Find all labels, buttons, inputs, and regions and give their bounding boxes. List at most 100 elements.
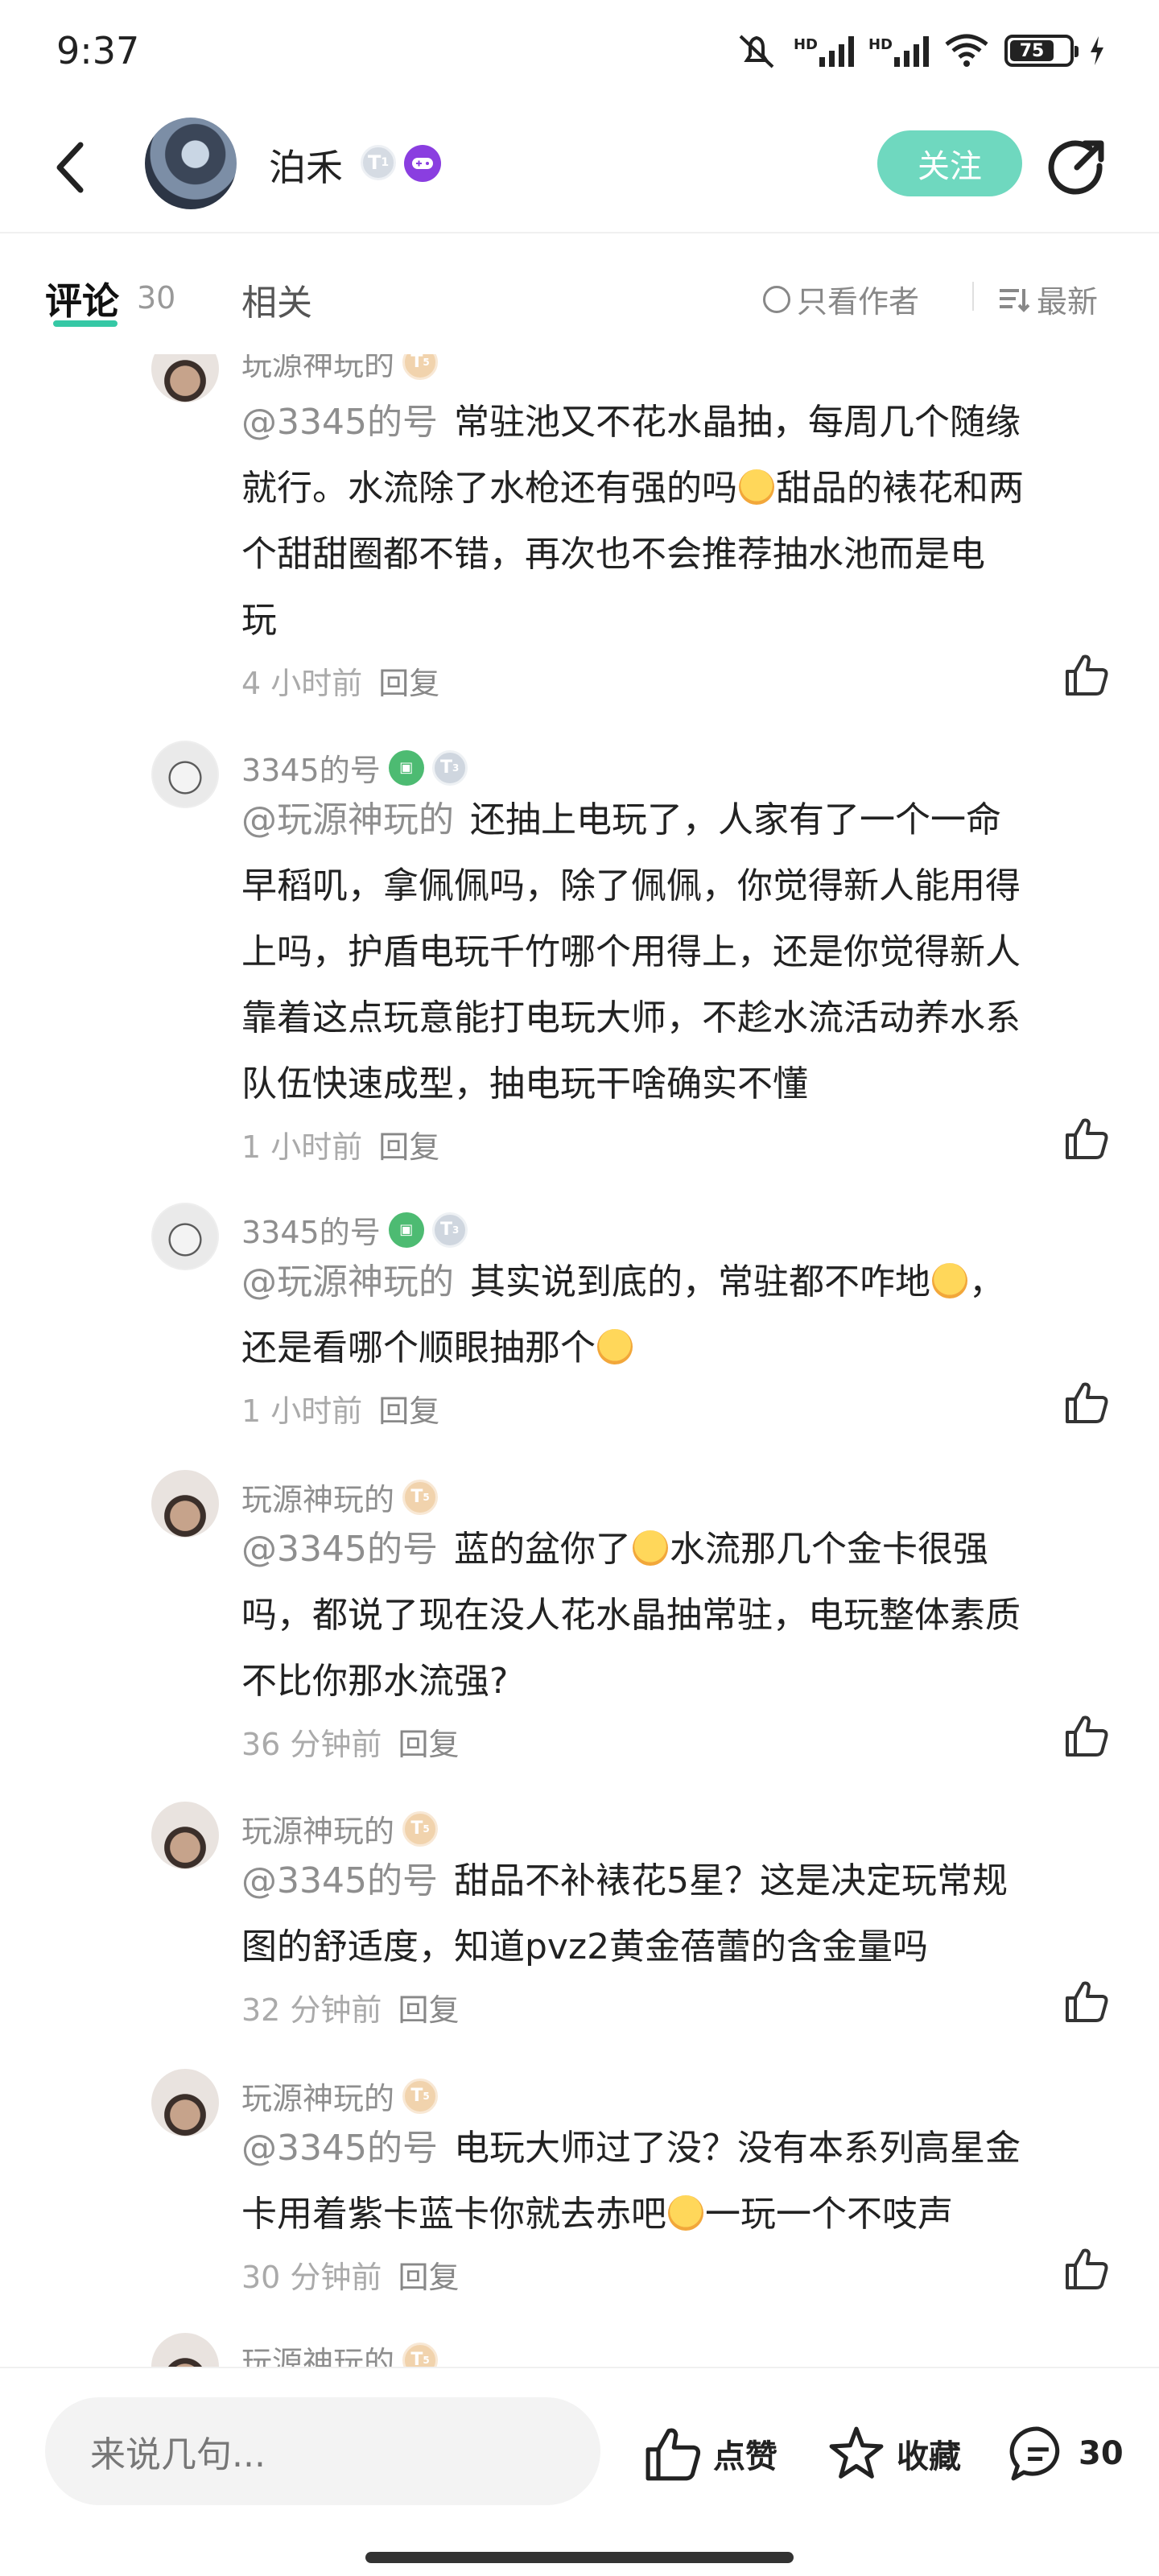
bottom-bar: 来说几句... 点赞 收藏 30 xyxy=(0,2367,1159,2576)
avatar[interactable] xyxy=(151,354,219,402)
mention-link[interactable]: @玩源神玩的 xyxy=(241,1261,454,1302)
comment-text: @3345的号 蓝的盆你了 水流那几个金卡很强 吗，都说了现在没人花水晶抽常驻，电玩… xyxy=(241,1529,1021,1702)
reply-button[interactable]: 回复 xyxy=(398,1727,459,1762)
avatar[interactable] xyxy=(151,2069,219,2136)
avatar[interactable] xyxy=(151,1470,219,1538)
tab-comments[interactable]: 评论 xyxy=(45,272,119,325)
reply-button[interactable]: 回复 xyxy=(378,1393,439,1429)
like-button[interactable]: 点赞 xyxy=(644,2425,777,2483)
only-author-toggle[interactable]: 只看作者 xyxy=(763,277,919,321)
only-author-label: 只看作者 xyxy=(797,284,920,320)
level-badge: T1 xyxy=(361,145,396,180)
comment-list: 玩源神玩的 T5 @3345的号 常驻池又不花水晶抽，每周几个随缘 就行。水流除了… xyxy=(0,354,1159,2367)
charging-icon xyxy=(1088,35,1106,67)
like-label: 点赞 xyxy=(713,2438,777,2475)
status-time: 9:37 xyxy=(56,29,140,72)
thumbs-up-icon xyxy=(645,2428,701,2481)
mention-link[interactable]: @3345的号 xyxy=(241,2128,438,2169)
comment-meta: 4 小时前 回复 xyxy=(241,658,439,703)
like-icon[interactable] xyxy=(1064,1713,1109,1758)
comment-meta: 30 分钟前 回复 xyxy=(241,2252,459,2297)
comment-item: 3345的号 ▣ T3 @玩源神玩的 其实说到底的，常驻都不咋地， 还是看哪个顺眼… xyxy=(0,1203,1159,1444)
comment-meta: 36 分钟前 回复 xyxy=(241,1719,459,1764)
comment-item: 玩源神玩的 T5 @3345的号 电玩大师过了没？没有本系列高星金 卡用着紫卡蓝卡… xyxy=(0,2069,1159,2310)
level-badge: T5 xyxy=(402,2078,439,2114)
author-avatar[interactable] xyxy=(145,118,237,209)
reply-button[interactable]: 回复 xyxy=(378,1129,439,1165)
comment-button[interactable]: 30 xyxy=(1009,2425,1124,2483)
level-badge: T3 xyxy=(431,749,468,786)
level-badge: T3 xyxy=(431,1212,468,1248)
comment-time: 1 小时前 xyxy=(241,1393,363,1429)
follow-button[interactable]: 关注 xyxy=(877,130,1022,196)
level-badge: T5 xyxy=(402,1479,439,1515)
reply-button[interactable]: 回复 xyxy=(398,1992,459,2028)
comment-user[interactable]: 玩源神玩的 T5 xyxy=(241,354,439,384)
like-icon[interactable] xyxy=(1064,1116,1109,1161)
like-icon[interactable] xyxy=(1064,1979,1109,2024)
favorite-label: 收藏 xyxy=(897,2438,961,2475)
comment-time: 30 分钟前 xyxy=(241,2260,382,2295)
sort-icon xyxy=(1000,288,1030,312)
emoji-icon xyxy=(739,469,774,505)
radio-icon xyxy=(763,285,790,313)
comment-total: 30 xyxy=(1079,2435,1124,2472)
comment-meta: 32 分钟前 回复 xyxy=(241,1985,459,2029)
comment-user[interactable]: 玩源神玩的 T5 xyxy=(241,1806,439,1851)
sort-toggle[interactable]: 最新 xyxy=(998,277,1098,321)
comment-user[interactable]: 玩源神玩的 T5 xyxy=(241,2338,439,2367)
favorite-button[interactable]: 收藏 xyxy=(827,2425,961,2483)
like-icon[interactable] xyxy=(1064,1380,1109,1425)
post-header: 泊禾 T1 关注 xyxy=(0,105,1159,233)
wifi-icon xyxy=(943,33,990,68)
comment-text: @玩源神玩的 还抽上电玩了，人家有了一个一命 早稻叽，拿佩佩吗，除了佩佩，你觉得新… xyxy=(241,799,1021,1104)
avatar[interactable] xyxy=(151,1203,219,1270)
comment-tabs: 评论 30 相关 只看作者 最新 xyxy=(0,242,1159,354)
sort-label: 最新 xyxy=(1037,284,1099,320)
back-button[interactable] xyxy=(48,135,97,200)
comment-item: 3345的号 ▣ T3 @玩源神玩的 还抽上电玩了，人家有了一个一命 早稻叽，拿佩… xyxy=(0,741,1159,1165)
avatar[interactable] xyxy=(151,741,219,808)
comment-time: 4 小时前 xyxy=(241,666,363,701)
game-badge-icon: ▣ xyxy=(388,1212,424,1248)
comment-user[interactable]: 3345的号 ▣ T3 xyxy=(241,745,468,790)
level-badge: T5 xyxy=(402,2342,439,2367)
author-badges: T1 xyxy=(361,145,441,182)
mention-link[interactable]: @3345的号 xyxy=(241,1860,438,1901)
status-icons: HD HD 75 xyxy=(734,29,1106,72)
comment-input[interactable]: 来说几句... xyxy=(45,2397,600,2505)
comment-bubble-icon xyxy=(1009,2426,1060,2481)
emoji-icon xyxy=(932,1263,967,1298)
comment-user[interactable]: 玩源神玩的 T5 xyxy=(241,2074,439,2118)
mute-icon xyxy=(734,31,779,70)
game-badge-icon: ▣ xyxy=(388,749,424,786)
divider xyxy=(972,282,974,311)
share-icon[interactable] xyxy=(1048,137,1107,196)
author-name[interactable]: 泊禾 xyxy=(269,138,343,192)
home-indicator[interactable] xyxy=(365,2552,794,2563)
comment-user[interactable]: 3345的号 ▣ T3 xyxy=(241,1208,468,1252)
comment-user[interactable]: 玩源神玩的 T5 xyxy=(241,1475,439,1519)
comment-text: @3345的号 常驻池又不花水晶抽，每周几个随缘 就行。水流除了水枪还有强的吗 甜品… xyxy=(241,402,1024,641)
like-icon[interactable] xyxy=(1064,652,1109,697)
comment-text: @3345的号 电玩大师过了没？没有本系列高星金 卡用着紫卡蓝卡你就去赤吧 一玩一个… xyxy=(241,2128,1021,2235)
avatar[interactable] xyxy=(151,2333,219,2367)
comment-item: 玩源神玩的 T5 @3345的号 蓝的盆你了 水流那几个金卡很强 吗，都说了现在没人… xyxy=(0,1470,1159,1776)
reply-button[interactable]: 回复 xyxy=(398,2260,459,2295)
reply-button[interactable]: 回复 xyxy=(378,666,439,701)
emoji-icon xyxy=(632,1530,668,1566)
mention-link[interactable]: @玩源神玩的 xyxy=(241,799,454,840)
avatar[interactable] xyxy=(151,1802,219,1869)
status-bar: 9:37 HD HD 75 xyxy=(0,0,1159,105)
battery-icon: 75 xyxy=(1004,35,1079,67)
comment-time: 1 小时前 xyxy=(241,1129,363,1165)
mention-link[interactable]: @3345的号 xyxy=(241,1529,438,1570)
mention-link[interactable]: @3345的号 xyxy=(241,402,438,443)
comment-time: 32 分钟前 xyxy=(241,1992,382,2028)
tab-related[interactable]: 相关 xyxy=(241,274,312,325)
gamepad-icon xyxy=(404,145,441,182)
comment-item: 玩源神玩的 T5 @3345的号 甜品不补裱花5星？这是决定玩常规 图的舒适度，知… xyxy=(0,1802,1159,2043)
comment-item: 玩源神玩的 T5 xyxy=(0,2333,1159,2367)
tab-indicator xyxy=(53,320,118,327)
like-icon[interactable] xyxy=(1064,2246,1109,2291)
